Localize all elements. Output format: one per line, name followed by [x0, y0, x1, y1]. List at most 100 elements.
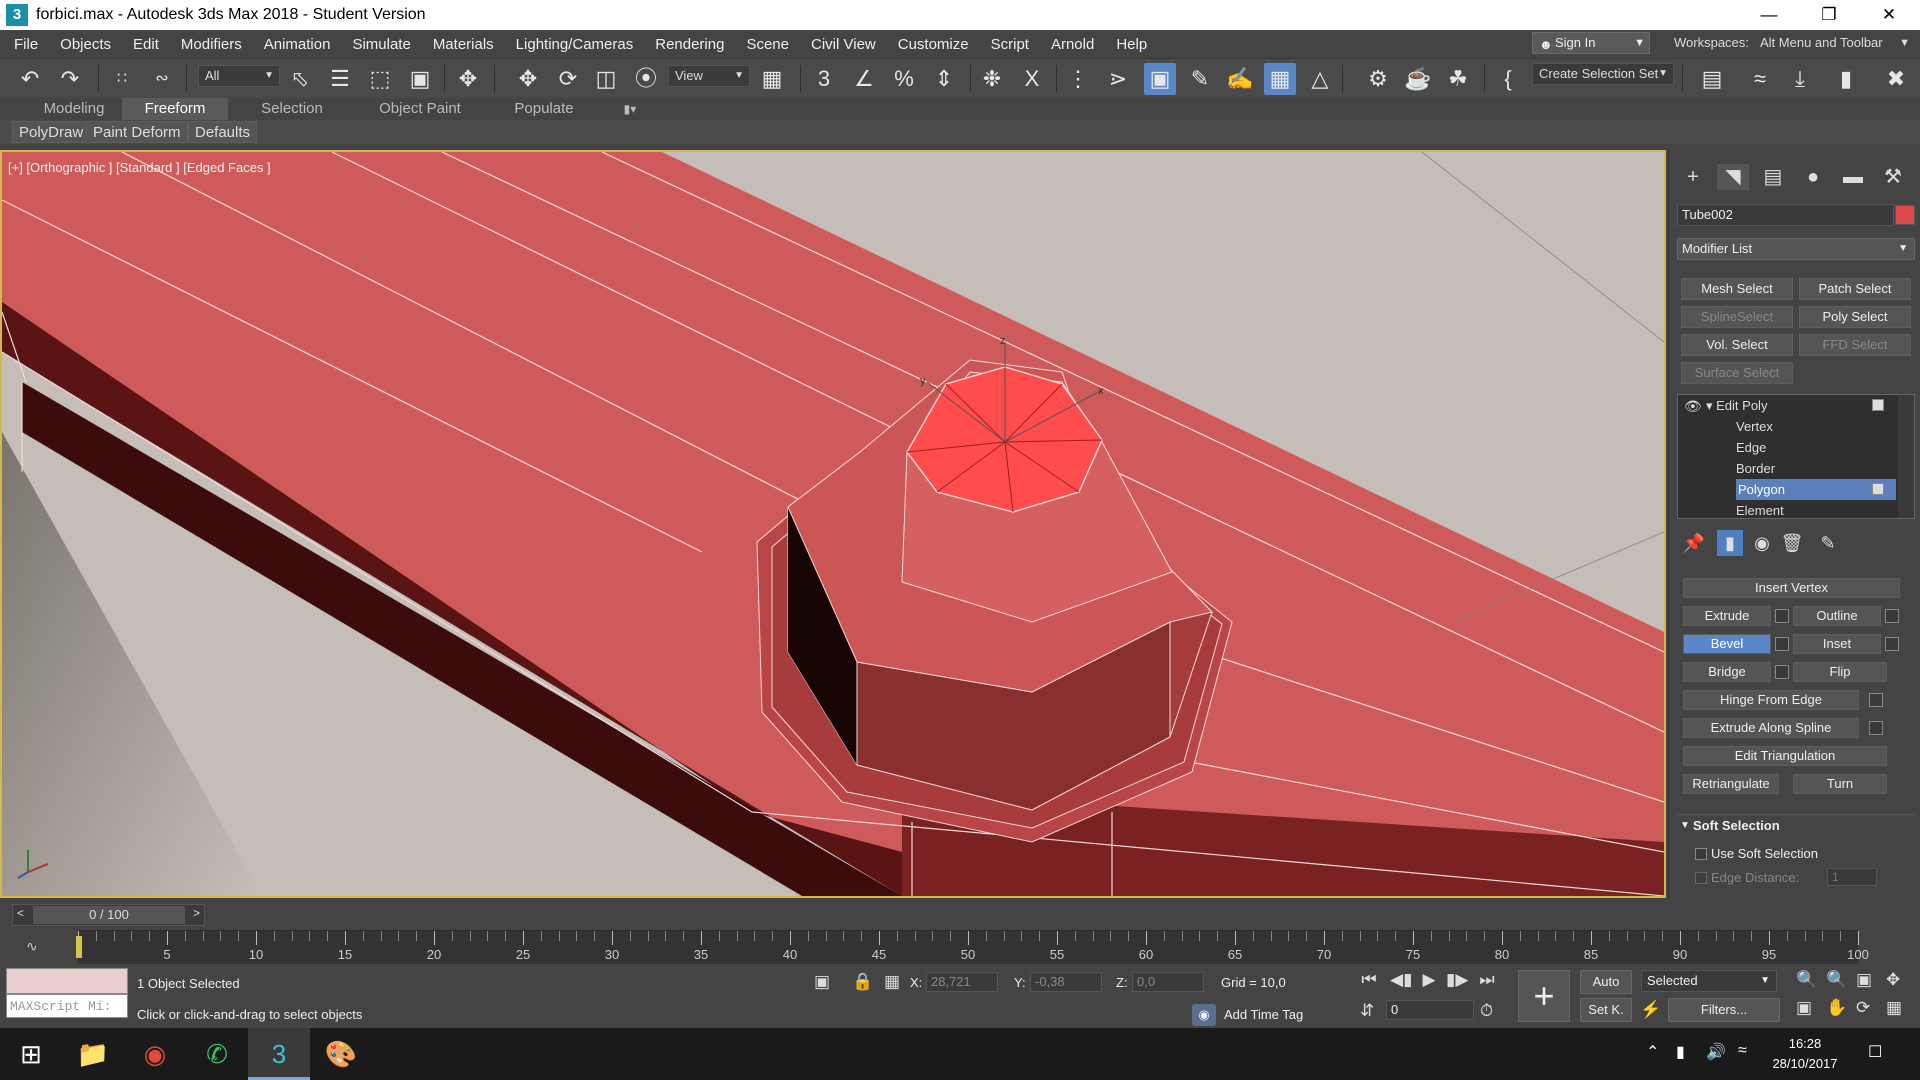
menu-scene[interactable]: Scene [735, 36, 800, 53]
select-by-name-icon[interactable]: ☰ [324, 63, 356, 95]
minimize-button[interactable]: — [1740, 0, 1798, 30]
set-key-button[interactable]: Set K. [1580, 998, 1632, 1022]
soft-selection-rollout[interactable]: ▼ Soft Selection [1677, 814, 1915, 836]
inset-settings-icon[interactable] [1885, 637, 1899, 651]
insert-vertex-button[interactable]: Insert Vertex [1683, 578, 1900, 598]
selection-set-dropdown[interactable]: Selected ▼ [1641, 970, 1777, 992]
absolute-mode-icon[interactable]: ▦ [884, 972, 900, 992]
ribbon-options-icon[interactable]: ▮▾ [610, 98, 650, 120]
retriangulate-button[interactable]: Retriangulate [1683, 774, 1779, 794]
selection-filter-dropdown[interactable]: All ▼ [198, 65, 280, 87]
chrome-icon[interactable]: ◉ [124, 1028, 186, 1080]
menu-objects[interactable]: Objects [49, 36, 122, 53]
object-name-field[interactable]: Tube002 [1677, 204, 1894, 226]
pan-view-icon[interactable]: ✋ [1826, 998, 1847, 1018]
scale-icon[interactable]: ◫ [590, 63, 622, 95]
edit-named-selection-sets-icon[interactable]: { [1492, 63, 1524, 95]
poly-select-button[interactable]: Poly Select [1799, 306, 1911, 328]
stack-item-toggle[interactable] [1872, 483, 1884, 495]
modify-tab-icon[interactable]: ◥ [1717, 164, 1749, 190]
stack-scrollbar[interactable] [1898, 395, 1914, 518]
zoom-extents-icon[interactable]: ▣ [1856, 970, 1872, 990]
current-frame-field[interactable]: 0 [1386, 1000, 1474, 1020]
stack-item-toggle[interactable] [1872, 399, 1884, 411]
menu-animation[interactable]: Animation [253, 36, 342, 53]
next-frame-icon[interactable]: ▮▶ [1446, 970, 1468, 990]
y-coordinate-field[interactable]: -0,38 [1030, 972, 1102, 992]
set-key-big-button[interactable]: + [1518, 970, 1570, 1022]
mirror-icon[interactable]: X [1016, 63, 1048, 95]
stack-item-border[interactable]: Border [1736, 458, 1920, 479]
paint-icon[interactable]: 🎨 [310, 1028, 372, 1080]
maxscript-listener[interactable]: MAXScript Mi: [6, 968, 128, 1020]
key-filters-icon[interactable]: ⚡ [1640, 1000, 1661, 1020]
inset-button[interactable]: Inset [1793, 634, 1881, 654]
pin-stack-icon[interactable]: 📌 [1681, 530, 1707, 556]
visibility-eye-icon[interactable]: 👁 [1684, 398, 1702, 415]
menu-customize[interactable]: Customize [887, 36, 980, 53]
redo-icon[interactable]: ↷ [54, 63, 86, 95]
tab-freeform[interactable]: Freeform [122, 98, 228, 120]
auto-key-button[interactable]: Auto [1580, 970, 1632, 994]
motion-tab-icon[interactable]: ● [1797, 164, 1829, 190]
angle-snap-icon[interactable]: ∠ [848, 63, 880, 95]
outline-button[interactable]: Outline [1793, 606, 1881, 626]
edge-distance-checkbox[interactable] [1695, 872, 1707, 884]
sign-in-dropdown[interactable]: ☻ Sign In ▼ [1532, 32, 1650, 54]
modifier-stack[interactable]: 👁 ▾ Edit Poly Vertex Edge Border Polygon… [1677, 394, 1915, 519]
polydraw-button[interactable]: PolyDraw [12, 121, 91, 143]
object-color-swatch[interactable] [1895, 205, 1915, 225]
snaps-toggle-icon[interactable]: 3 [808, 63, 840, 95]
bridge-settings-icon[interactable] [1775, 665, 1789, 679]
menu-edit[interactable]: Edit [122, 36, 170, 53]
toggle-scene-explorer-icon[interactable]: ⋗ [1102, 63, 1134, 95]
remove-modifier-icon[interactable]: 🗑 [1779, 530, 1805, 556]
menu-file[interactable]: File [0, 36, 49, 53]
bevel-button[interactable]: Bevel [1683, 634, 1771, 654]
rotate-icon[interactable]: ⟳ [552, 63, 584, 95]
menu-modifiers[interactable]: Modifiers [170, 36, 253, 53]
display-tab-icon[interactable]: ▬ [1837, 164, 1869, 190]
mini-curve-editor-icon[interactable]: ∿ [26, 938, 38, 955]
selection-lock-icon[interactable]: 🔒 [852, 972, 873, 992]
volume-icon[interactable]: 🔊 [1706, 1042, 1726, 1062]
battery-icon[interactable]: ▮ [1676, 1042, 1685, 1062]
track-bar-ruler[interactable]: 5 10 15 20 25 30 35 40 45 50 55 60 65 70 75 80 85 90 95 100 [78, 930, 1869, 964]
show-hidden-icons-icon[interactable]: ⌃ [1646, 1042, 1659, 1062]
system-clock[interactable]: 16:28 28/10/2017 [1765, 1034, 1845, 1074]
key-mode-toggle-icon[interactable]: ⇵ [1360, 1001, 1374, 1021]
maxscript-output-field[interactable] [6, 968, 128, 994]
placement-icon[interactable]: ⦿ [630, 63, 662, 95]
menu-civil-view[interactable]: Civil View [800, 36, 887, 53]
hinge-from-edge-button[interactable]: Hinge From Edge [1683, 690, 1859, 710]
play-icon[interactable]: ▶ [1418, 970, 1440, 990]
maximize-viewport-icon[interactable]: ▦ [1886, 998, 1902, 1018]
maxscript-input-field[interactable]: MAXScript Mi: [6, 994, 128, 1018]
filters-button[interactable]: Filters... [1668, 998, 1780, 1022]
time-configuration-icon[interactable]: ⏱ [1480, 1001, 1493, 1021]
patch-select-button[interactable]: Patch Select [1799, 278, 1911, 300]
select-and-link-icon[interactable]: ∷ [106, 63, 138, 95]
material-editor-icon[interactable]: △ [1304, 63, 1336, 95]
rectangular-selection-icon[interactable]: ⬚ [364, 63, 396, 95]
windows-start-icon[interactable]: ⊞ [0, 1028, 62, 1080]
time-slider-thumb[interactable]: 0 / 100 [33, 906, 185, 924]
unlink-icon[interactable]: ∾ [146, 63, 178, 95]
align-icon[interactable]: ⋮ [1062, 63, 1094, 95]
hinge-settings-icon[interactable] [1869, 693, 1883, 707]
configure-modifier-sets-icon[interactable]: ✎ [1815, 530, 1841, 556]
utilities-tab-icon[interactable]: ⚒ [1877, 164, 1909, 190]
select-and-move-icon[interactable]: ✥ [452, 63, 484, 95]
extrude-settings-icon[interactable] [1775, 609, 1789, 623]
viewport-label[interactable]: [+] [Orthographic ] [Standard ] [Edged F… [8, 160, 271, 175]
workspace-dropdown[interactable]: Alt Menu and Toolbar ▼ [1756, 32, 1916, 54]
stack-item-vertex[interactable]: Vertex [1736, 416, 1920, 437]
render-production-icon[interactable]: ☘ [1442, 63, 1474, 95]
align-to-view-icon[interactable]: ⤓ [1784, 63, 1816, 95]
tab-object-paint[interactable]: Object Paint [362, 98, 478, 120]
zoom-all-icon[interactable]: 🔍 [1826, 970, 1847, 990]
edit-named-selections-icon[interactable]: ❉ [976, 63, 1008, 95]
select-object-icon[interactable]: ⬁ [284, 63, 316, 95]
ffd-select-button[interactable]: FFD Select [1799, 334, 1911, 356]
zoom-icon[interactable]: 🔍 [1796, 970, 1817, 990]
